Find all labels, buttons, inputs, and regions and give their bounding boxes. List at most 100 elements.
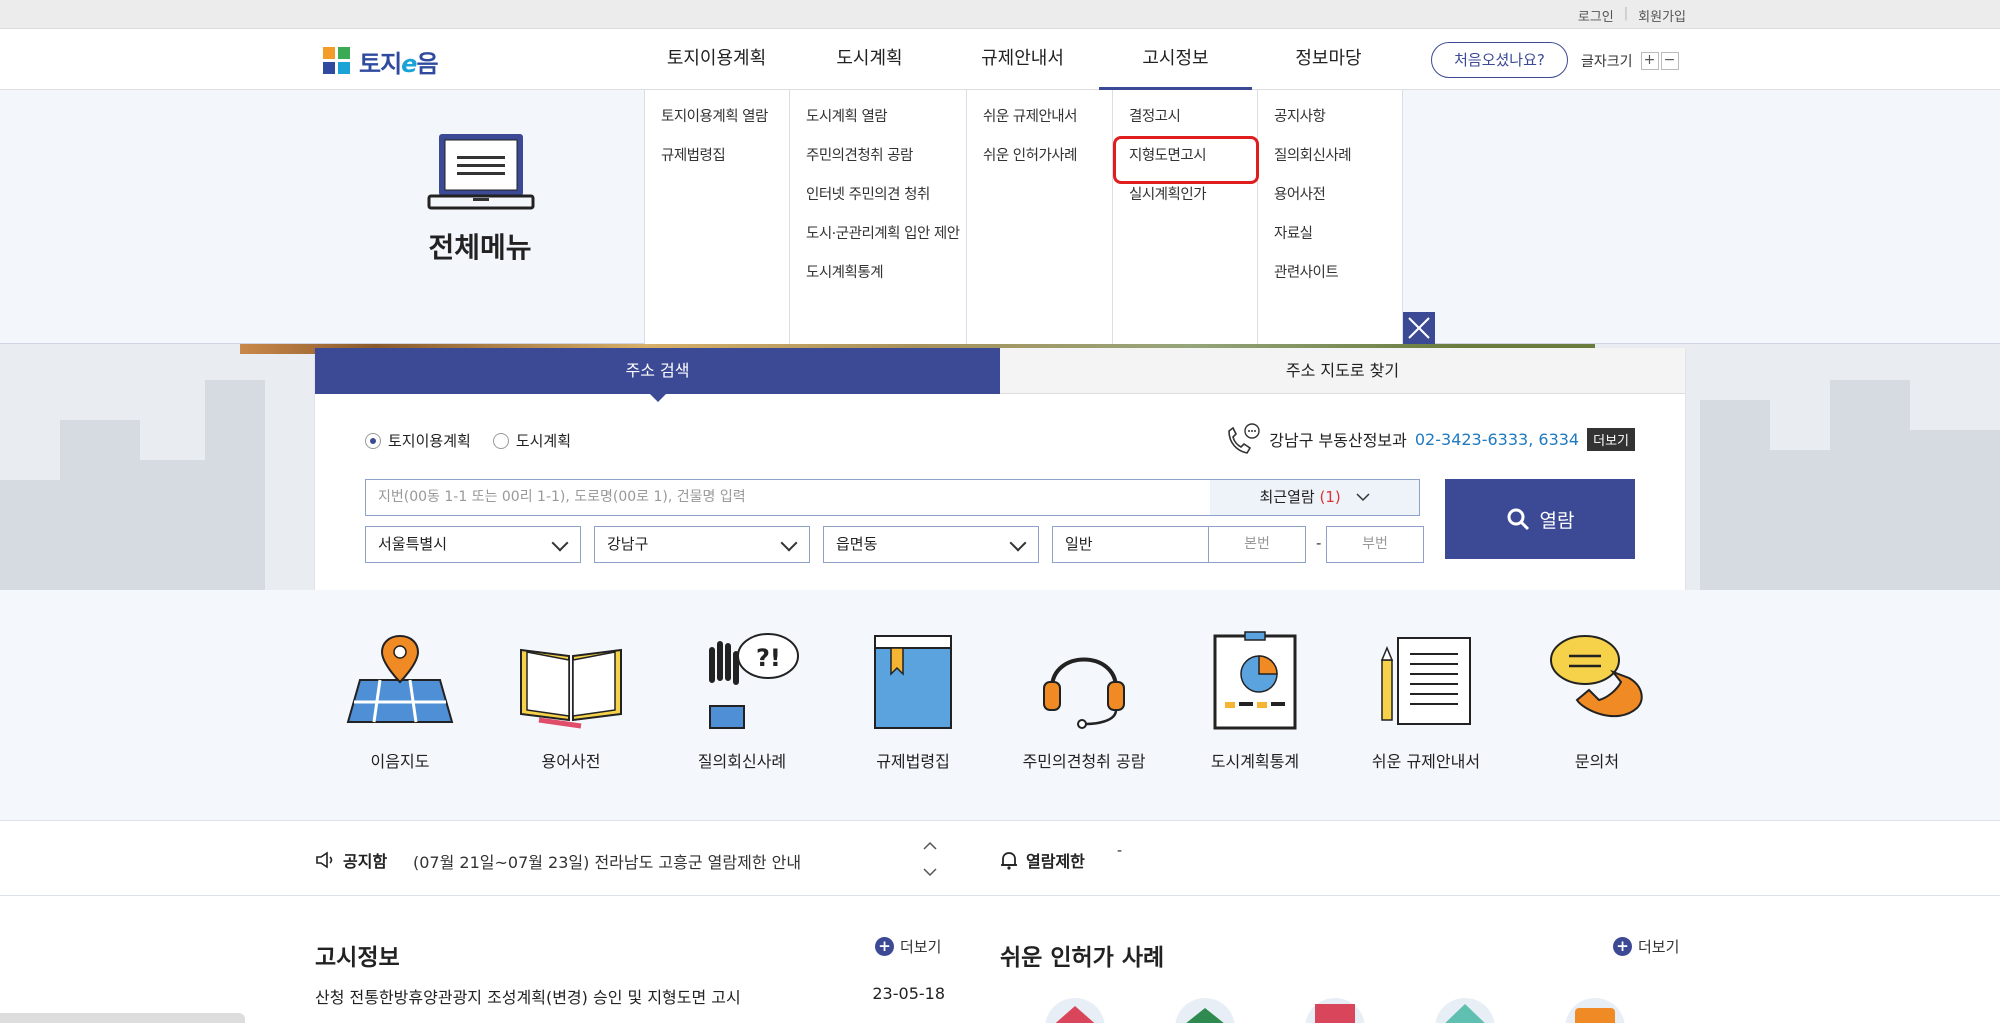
quick-item-city-plan-stats[interactable]: 도시계획통계 (1170, 630, 1340, 772)
radio-land-use[interactable]: 토지이용계획 (365, 430, 471, 451)
address-input[interactable]: 지번(00동 1-1 또는 00리 1-1), 도로명(00로 1), 건물명 … (365, 479, 1215, 516)
recent-view-count: (1) (1319, 488, 1341, 506)
more-label: 더보기 (900, 938, 942, 956)
radio-city-plan-label: 도시계획 (515, 432, 572, 450)
recent-view-dropdown[interactable]: 최근열람 (1) (1210, 479, 1420, 516)
quick-item-eum-map[interactable]: 이음지도 (315, 630, 485, 772)
cookie-banner-edge (0, 1013, 245, 1023)
menu-library[interactable]: 자료실 (1274, 223, 1402, 262)
menu-glossary[interactable]: 용어사전 (1274, 184, 1402, 223)
quick-item-glossary[interactable]: 용어사전 (486, 630, 656, 772)
headset-icon (1043, 657, 1125, 729)
view-submit-label: 열람 (1539, 509, 1575, 532)
search-icon (1507, 508, 1529, 531)
menu-internet-opinion[interactable]: 인터넷 주민의견 청취 (806, 184, 966, 223)
contact-department: 강남구 부동산정보과 (1269, 431, 1407, 450)
site-header: 토지e음 토지이용계획 도시계획 규제안내서 고시정보 정보마당 처음오셨나요?… (0, 29, 2000, 90)
utility-links: 로그인 | 회원가입 (1578, 6, 1686, 25)
contact-info: 강남구 부동산정보과 02-3423-6333, 6334 더보기 (1225, 423, 1635, 455)
quick-item-resident-opinion[interactable]: 주민의견청취 공람 (999, 630, 1169, 772)
eupmyeondong-select[interactable]: 읍면동 (823, 526, 1039, 563)
quick-label: 쉬운 규제안내서 (1371, 752, 1481, 771)
permit-case-thumbnails (1045, 998, 1625, 1023)
svg-text:?!: ?! (756, 644, 781, 672)
site-logo[interactable]: 토지e음 (323, 44, 439, 79)
contact-more-button[interactable]: 더보기 (1587, 427, 1635, 451)
quick-menu: 이음지도 용어사전 ?! 질의회신사례 규제법령집 주민의견청취 공람 도시계획… (0, 590, 2000, 820)
land-type-value: 일반 (1065, 535, 1093, 553)
menu-city-plan-view[interactable]: 도시계획 열람 (806, 106, 966, 145)
quick-item-regulation-laws[interactable]: 규제법령집 (828, 630, 998, 772)
sigungu-select[interactable]: 강남구 (594, 526, 810, 563)
nav-notice-info[interactable]: 고시정보 (1099, 29, 1252, 90)
notice-info-more[interactable]: + 더보기 (875, 936, 941, 957)
nav-info-square[interactable]: 정보마당 (1252, 29, 1405, 89)
notice-arrows[interactable] (922, 837, 938, 881)
utility-separator: | (1623, 6, 1629, 21)
radio-dot (365, 432, 381, 449)
menu-resident-opinion[interactable]: 주민의견청취 공람 (806, 145, 966, 184)
tab-map-search[interactable]: 주소 지도로 찾기 (1000, 348, 1685, 394)
first-visit-button[interactable]: 처음오셨나요? (1431, 42, 1568, 78)
font-decrease-button[interactable]: − (1660, 52, 1679, 70)
logo-icon (323, 46, 353, 77)
chevron-down-icon (551, 534, 569, 552)
menu-city-plan-stats[interactable]: 도시계획통계 (806, 262, 966, 301)
notice-text[interactable]: (07월 21일~07월 23일) 전라남도 고흥군 열람제한 안내 (413, 849, 801, 873)
sido-select[interactable]: 서울특별시 (365, 526, 581, 563)
recent-view-label: 최근열람 (1259, 488, 1315, 506)
open-book-icon (520, 648, 622, 729)
quick-label: 규제법령집 (876, 752, 950, 771)
mega-col-city-plan: 도시계획 열람 주민의견청취 공람 인터넷 주민의견 청취 도시·군관리계획 입… (789, 90, 966, 344)
chevron-down-icon (1009, 534, 1027, 552)
radio-city-plan[interactable]: 도시계획 (492, 430, 572, 451)
close-menu-button[interactable] (1403, 312, 1435, 344)
login-link[interactable]: 로그인 (1578, 6, 1614, 25)
font-size-control: 글자크기 + − (1581, 51, 1679, 71)
notice-label: 공지함 (343, 852, 388, 871)
menu-related-sites[interactable]: 관련사이트 (1274, 262, 1402, 301)
menu-plan-proposal[interactable]: 도시·군관리계획 입안 제안 (806, 223, 966, 262)
radio-land-use-label: 토지이용계획 (388, 432, 471, 450)
news-row[interactable]: 산청 전통한방휴양관광지 조성계획(변경) 승인 및 지형도면 고시 23-05… (315, 984, 945, 1008)
mega-menu-columns: 토지이용계획 열람 규제법령집 도시계획 열람 주민의견청취 공람 인터넷 주민… (644, 90, 1403, 344)
phone-chat-icon (1228, 423, 1260, 454)
news-date: 23-05-18 (872, 984, 945, 1003)
quick-item-contact[interactable]: 문의처 (1512, 630, 1682, 772)
laptop-icon (427, 134, 535, 210)
menu-announcements[interactable]: 공지사항 (1274, 106, 1402, 145)
sub-number-input[interactable]: 부번 (1326, 526, 1424, 563)
nav-city-plan[interactable]: 도시계획 (793, 29, 946, 89)
main-number-input[interactable]: 본번 (1208, 526, 1306, 563)
main-navigation: 토지이용계획 도시계획 규제안내서 고시정보 정보마당 (640, 29, 1405, 90)
permit-cases-more[interactable]: + 더보기 (1613, 936, 1679, 957)
menu-easy-permit-cases[interactable]: 쉬운 인허가사례 (983, 145, 1112, 184)
view-submit-button[interactable]: 열람 (1445, 479, 1635, 559)
menu-easy-regulation-guide[interactable]: 쉬운 규제안내서 (983, 106, 1112, 145)
view-limit-value: - (1117, 843, 1123, 859)
nav-land-use-plan[interactable]: 토지이용계획 (640, 29, 793, 89)
font-increase-button[interactable]: + (1640, 52, 1659, 70)
view-limit-heading: 열람제한 (1000, 848, 1085, 872)
signup-link[interactable]: 회원가입 (1638, 6, 1686, 25)
menu-implementation-approval[interactable]: 실시계획인가 (1129, 184, 1257, 223)
quick-item-easy-regulation-guide[interactable]: 쉬운 규제안내서 (1341, 630, 1511, 772)
menu-regulation-laws[interactable]: 규제법령집 (661, 145, 789, 184)
eupmyeondong-value: 읍면동 (836, 535, 878, 553)
speaker-icon (316, 851, 333, 869)
logo-text: 토지e음 (359, 50, 439, 78)
tab-address-search[interactable]: 주소 검색 (315, 348, 1000, 402)
menu-qa-cases[interactable]: 질의회신사례 (1274, 145, 1402, 184)
quick-item-qa-cases[interactable]: ?! 질의회신사례 (657, 630, 827, 772)
top-utility-bar: 로그인 | 회원가입 (0, 0, 2000, 29)
news-title[interactable]: 산청 전통한방휴양관광지 조성계획(변경) 승인 및 지형도면 고시 (315, 984, 741, 1008)
quick-label: 용어사전 (541, 752, 601, 771)
menu-land-use-view[interactable]: 토지이용계획 열람 (661, 106, 789, 145)
nav-regulation-guide[interactable]: 규제안내서 (946, 29, 1099, 89)
contact-phone[interactable]: 02-3423-6333, 6334 (1415, 430, 1579, 449)
quick-label: 주민의견청취 공람 (1022, 752, 1146, 771)
radio-dot (492, 432, 509, 449)
quick-label: 문의처 (1574, 752, 1620, 771)
quick-label: 도시계획통계 (1210, 752, 1300, 771)
mega-menu-title: 전체메뉴 (428, 231, 532, 264)
